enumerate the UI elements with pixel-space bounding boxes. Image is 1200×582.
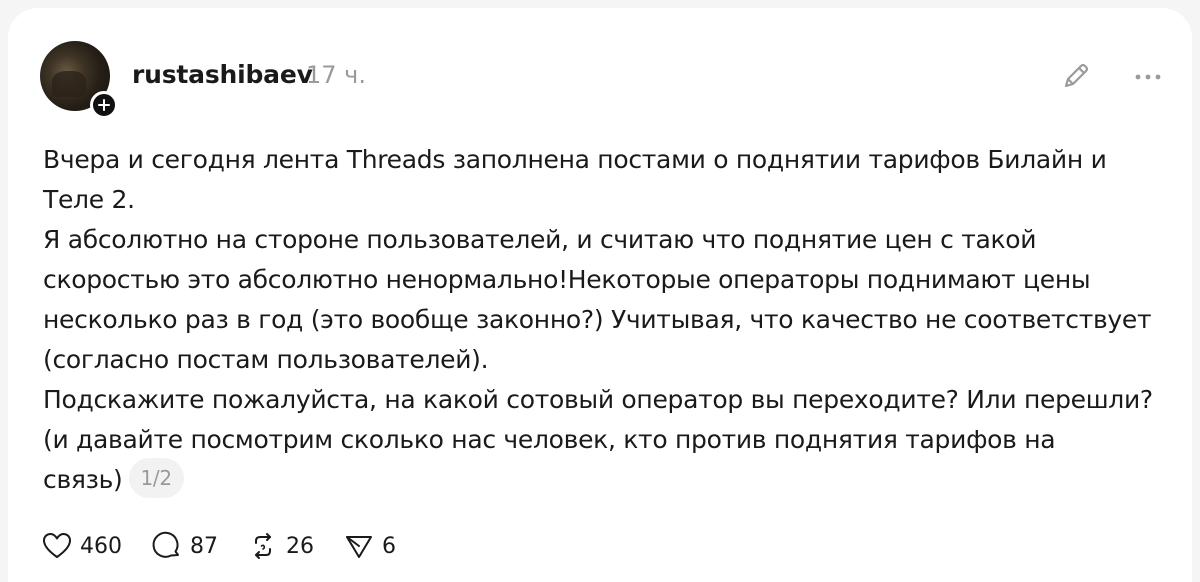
avatar-container[interactable] — [40, 41, 118, 119]
share-count: 6 — [382, 533, 396, 559]
share-icon — [346, 536, 372, 558]
follow-plus-button[interactable] — [90, 91, 118, 119]
comment-button[interactable]: 87 — [150, 529, 218, 563]
post-timestamp[interactable]: 17 ч. — [306, 61, 366, 89]
post-text-line: Теле 2. — [43, 185, 135, 214]
pencil-edit-icon[interactable] — [1058, 60, 1092, 94]
plus-icon — [98, 99, 110, 111]
heart-icon — [43, 533, 71, 558]
post-text-line: связь) — [43, 465, 123, 494]
post-text-line: (согласно постам пользователей). — [43, 345, 489, 374]
like-button[interactable]: 460 — [40, 529, 122, 563]
comment-count: 87 — [190, 533, 218, 559]
post-text-line: (и давайте посмотрим сколько нас человек… — [43, 425, 1056, 454]
repost-icon — [255, 533, 271, 559]
like-count: 460 — [80, 533, 122, 559]
post-text-line: Вчера и сегодня лента Threads заполнена … — [43, 145, 1107, 174]
post-actions: 460 87 26 6 — [40, 528, 424, 564]
share-button[interactable]: 6 — [342, 529, 396, 563]
author-username[interactable]: rustashibaev — [132, 60, 313, 89]
post-text-line: несколько раз в год (это вообще законно?… — [43, 305, 1152, 334]
repost-count: 26 — [286, 533, 314, 559]
page-indicator[interactable]: 1/2 — [128, 458, 184, 498]
post-text-last-line: связь) 1/2 — [43, 458, 1183, 501]
more-options-icon[interactable] — [1130, 65, 1166, 89]
comment-icon — [152, 531, 179, 558]
post-text: Вчера и сегодня лента Threads заполнена … — [43, 140, 1183, 501]
repost-button[interactable]: 26 — [246, 529, 314, 563]
post-text-line: Подскажите пожалуйста, на какой сотовый … — [43, 385, 1153, 414]
post-text-line: скоростью это абсолютно ненормально!Неко… — [43, 265, 1091, 294]
thread-post-card: rustashibaev 17 ч. Вчера и сегодня лента… — [8, 8, 1192, 582]
post-text-line: Я абсолютно на стороне пользователей, и … — [43, 225, 1037, 254]
